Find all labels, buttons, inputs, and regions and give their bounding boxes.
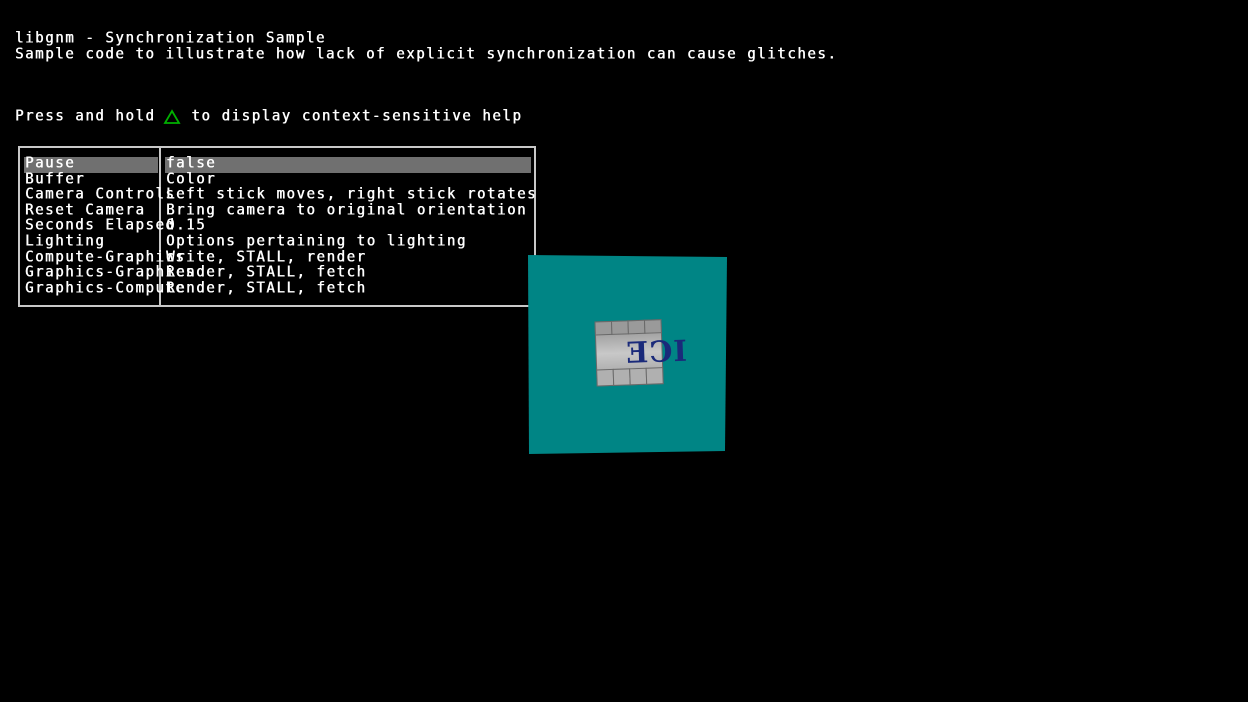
help-hint: Press and hold to display context-sensit…: [15, 109, 522, 125]
menu-item-name: Graphics-Compute: [25, 279, 186, 297]
menu-value-reset-camera[interactable]: Bring camera to original orientation: [165, 201, 531, 220]
help-suffix: to display context-sensitive help: [191, 108, 523, 125]
page-subtitle: Sample code to illustrate how lack of ex…: [15, 45, 838, 63]
menu-values-column: false Color Left stick moves, right stic…: [165, 154, 535, 298]
texture-label: ICE: [625, 334, 688, 370]
page-title: libgnm - Synchronization Sample: [15, 29, 326, 47]
menu-item-value: Options pertaining to lighting: [166, 232, 467, 250]
menu-item-name: Lighting: [25, 232, 106, 250]
menu-names-column: Pause Buffer Camera Controls Reset Camer…: [24, 154, 194, 298]
render-viewport: ICE: [527, 254, 728, 455]
triangle-icon: [163, 109, 181, 125]
options-menu: Pause Buffer Camera Controls Reset Camer…: [18, 146, 536, 307]
help-prefix: Press and hold: [15, 108, 156, 125]
menu-item-value: false: [166, 154, 217, 172]
menu-value-pause[interactable]: false: [165, 154, 531, 173]
menu-item-graphics-compute[interactable]: Graphics-Compute: [24, 280, 184, 298]
menu-item-name: Pause: [25, 154, 76, 172]
menu-item-value: Render, STALL, fetch: [166, 279, 367, 297]
menu-item-value: Bring camera to original orientation: [166, 201, 528, 219]
menu-value-graphics-compute[interactable]: Render, STALL, fetch: [165, 279, 531, 298]
